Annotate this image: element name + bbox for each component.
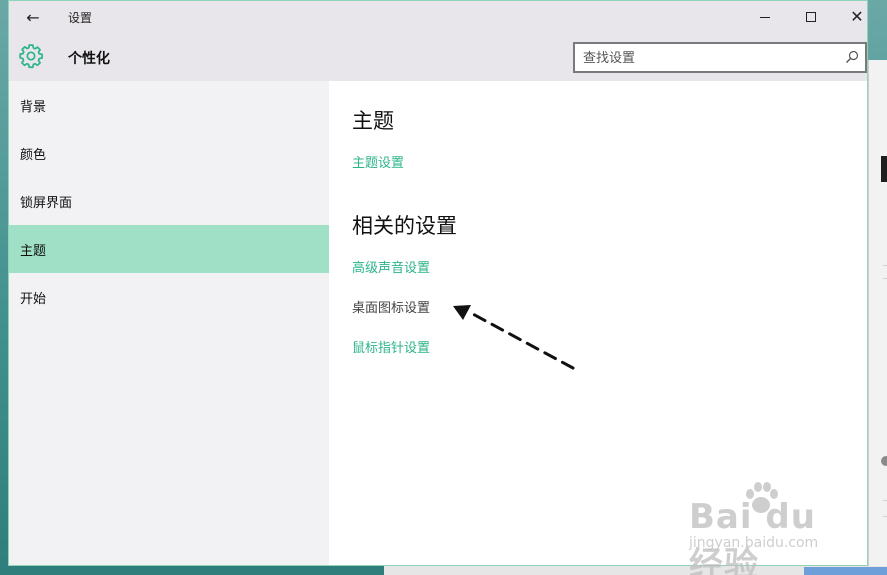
search-box[interactable] [573, 42, 867, 73]
gear-icon [19, 44, 43, 69]
window-title: 设置 [68, 11, 93, 25]
advanced-sound-settings-link[interactable]: 高级声音设置 [352, 257, 430, 276]
close-icon: ✕ [850, 7, 864, 26]
watermark: Bai du 经验 jingyan.baidu.com [689, 479, 859, 575]
settings-window: ← 设置 ✕ 个性化 背景 颜色 [8, 0, 868, 575]
background-window-divider [883, 265, 887, 266]
search-input[interactable] [583, 48, 833, 68]
themes-heading: 主题 [352, 109, 394, 133]
maximize-button[interactable] [788, 1, 834, 33]
watermark-url: jingyan.baidu.com [689, 535, 819, 551]
sidebar-item-label: 颜色 [20, 147, 47, 163]
search-icon[interactable] [845, 50, 859, 64]
mouse-pointer-settings-link[interactable]: 鼠标指针设置 [352, 337, 430, 356]
page-title: 个性化 [68, 51, 110, 67]
background-window [868, 60, 887, 575]
sidebar-item-start[interactable]: 开始 [9, 273, 329, 321]
sidebar-item-lock-screen[interactable]: 锁屏界面 [9, 177, 329, 225]
sidebar-item-label: 背景 [20, 99, 47, 115]
back-button[interactable]: ← [19, 5, 47, 29]
sidebar-item-themes[interactable]: 主题 [9, 225, 329, 273]
theme-settings-link[interactable]: 主题设置 [352, 152, 404, 171]
back-arrow-icon: ← [26, 7, 40, 27]
close-button[interactable]: ✕ [834, 1, 880, 33]
background-window-thumb [881, 156, 887, 182]
sidebar-item-label: 主题 [20, 243, 47, 259]
sidebar-item-label: 开始 [20, 291, 47, 307]
related-settings-heading: 相关的设置 [352, 214, 457, 238]
minimize-button[interactable] [742, 1, 788, 33]
minimize-icon [760, 16, 770, 18]
sidebar-item-background[interactable]: 背景 [9, 81, 329, 129]
sidebar-item-label: 锁屏界面 [20, 195, 73, 211]
annotation-arrow-icon [453, 305, 575, 370]
maximize-icon [806, 12, 816, 22]
desktop-icon-settings-link[interactable]: 桌面图标设置 [352, 297, 430, 316]
background-window-divider [883, 278, 887, 279]
background-window-divider [883, 500, 887, 501]
sidebar: 背景 颜色 锁屏界面 主题 开始 [9, 81, 329, 565]
page-header: 个性化 [9, 33, 867, 81]
background-window-divider [883, 516, 887, 517]
sidebar-item-colors[interactable]: 颜色 [9, 129, 329, 177]
title-bar: ← 设置 ✕ [9, 1, 867, 33]
background-scroll-button [881, 456, 887, 466]
